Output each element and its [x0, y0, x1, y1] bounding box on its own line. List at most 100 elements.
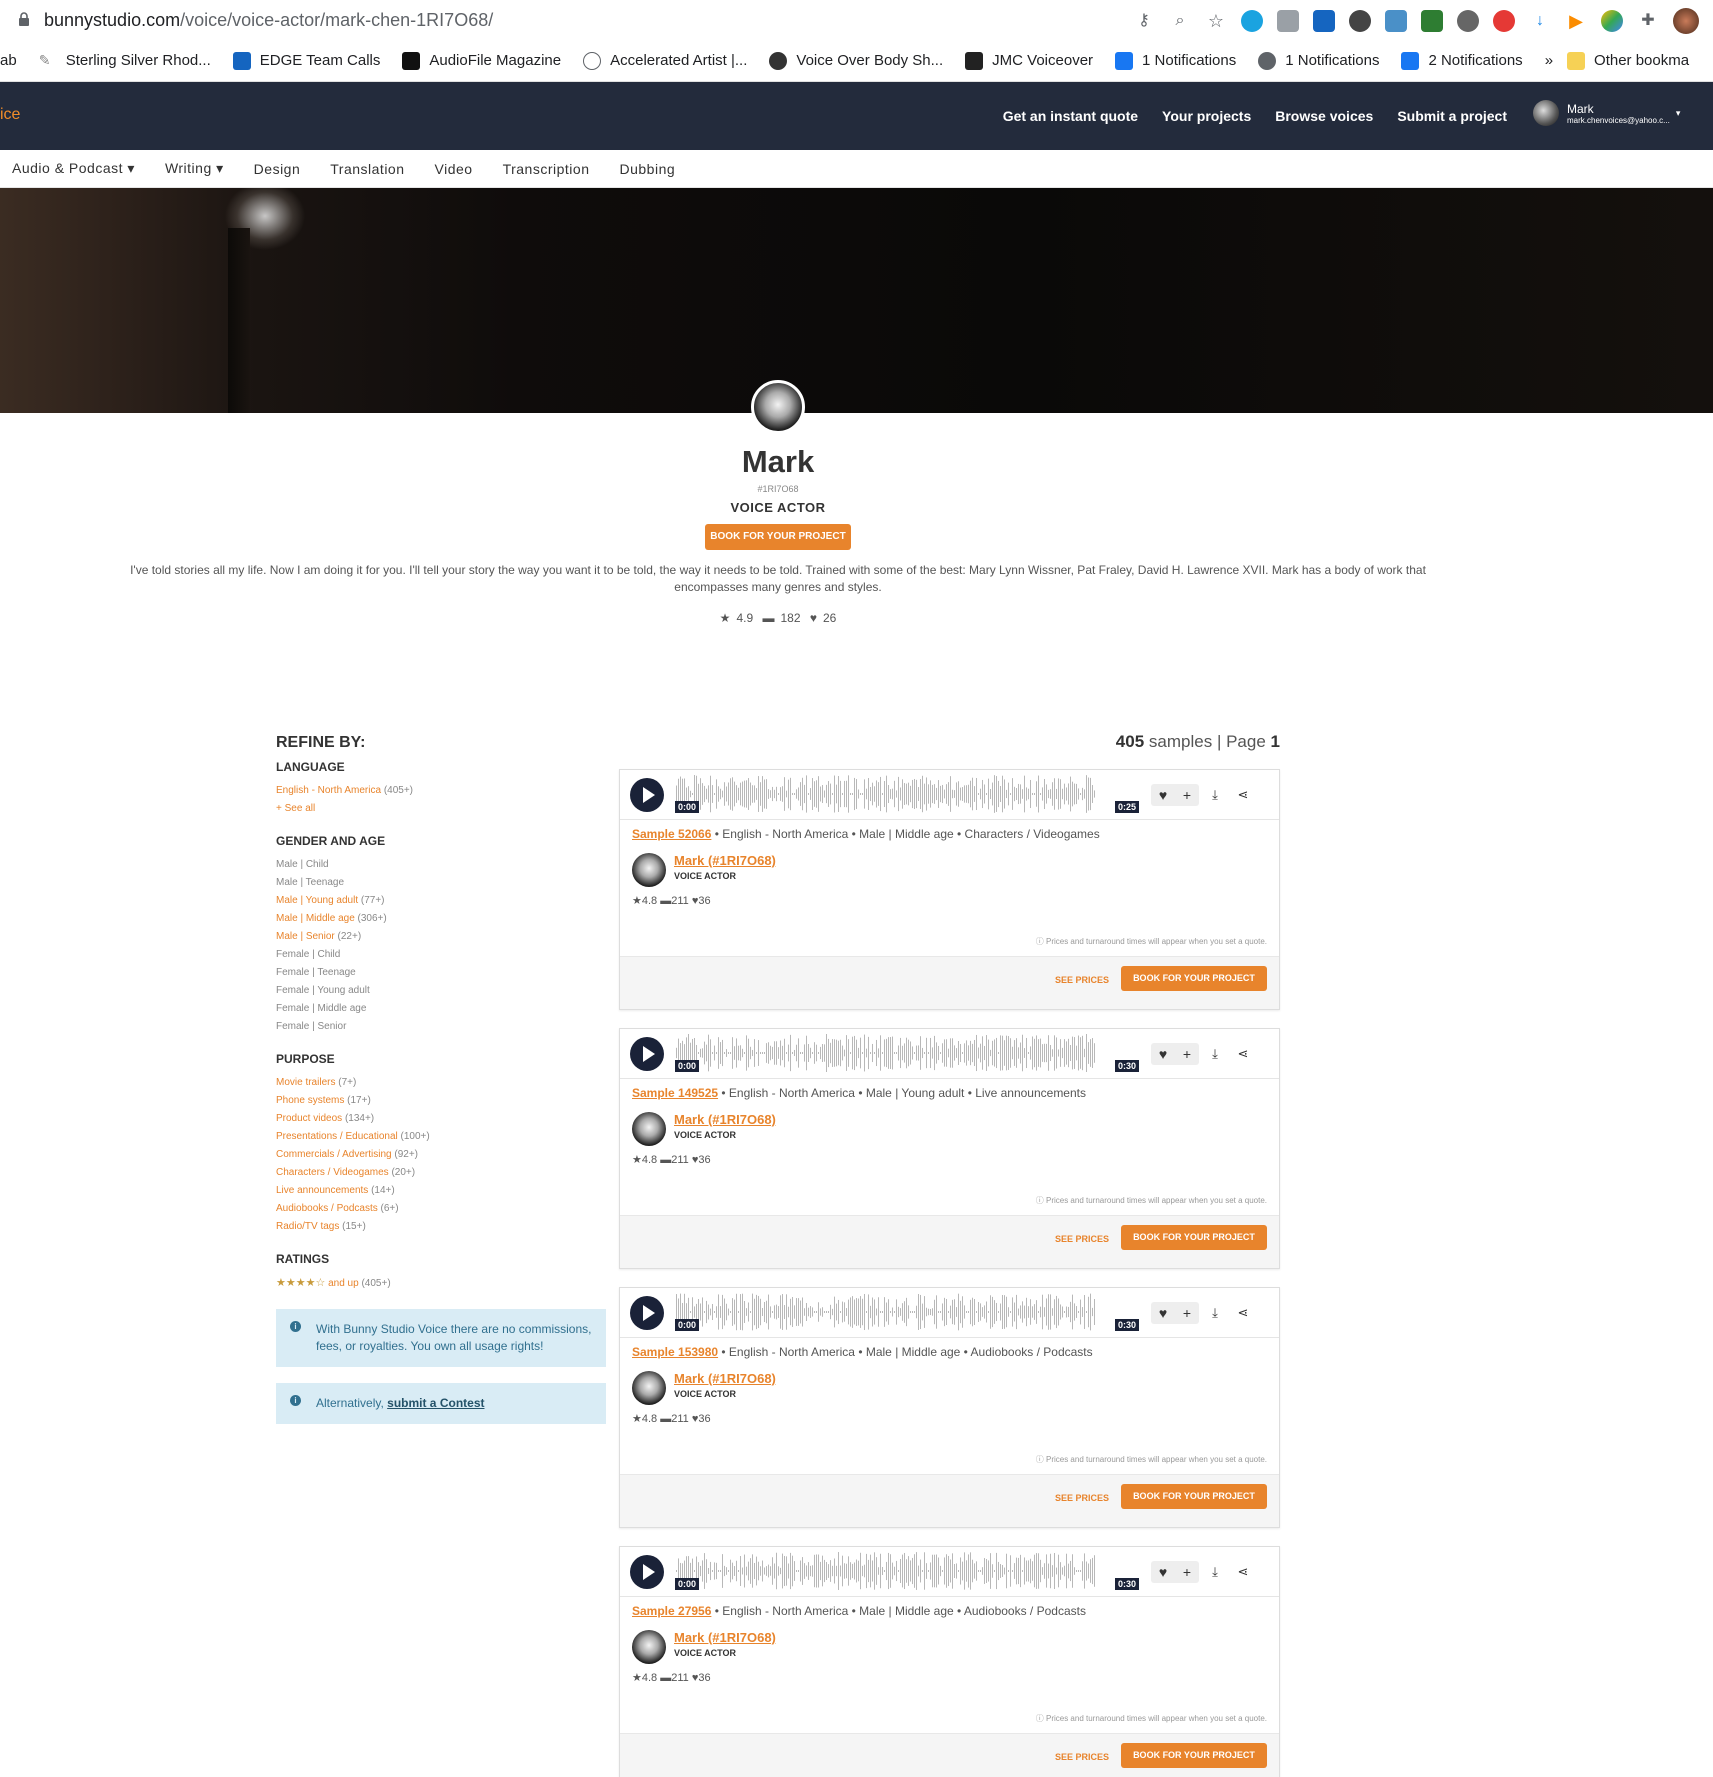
share-icon[interactable]: ⋖ [1231, 1043, 1255, 1065]
download-icon[interactable]: ⤓ [1203, 784, 1227, 806]
heart-icon[interactable]: ♥ [1151, 784, 1175, 806]
bookmark-item[interactable]: 2 Notifications [1401, 51, 1523, 70]
filter-purpose[interactable]: Live announcements (14+) [276, 1182, 606, 1200]
brand-logo[interactable]: ice [0, 106, 20, 124]
waveform[interactable] [676, 1551, 1096, 1591]
actor-name-link[interactable]: Mark (#1RI7O68) [674, 853, 776, 868]
bookmark-item[interactable]: JMC Voiceover [965, 51, 1093, 70]
bookmark-item[interactable]: ab [0, 52, 17, 69]
download-icon[interactable]: ⤓ [1203, 1561, 1227, 1583]
category-dubbing[interactable]: Dubbing [619, 161, 675, 177]
filter-gender-age[interactable]: Male | Teenage [276, 874, 606, 892]
extension-icon[interactable] [1493, 10, 1515, 32]
category-translation[interactable]: Translation [330, 161, 404, 177]
share-icon[interactable]: ⋖ [1231, 1302, 1255, 1324]
bookmark-item[interactable]: Voice Over Body Sh... [769, 51, 943, 70]
filter-gender-age[interactable]: Female | Young adult [276, 982, 606, 1000]
filter-purpose[interactable]: Commercials / Advertising (92+) [276, 1146, 606, 1164]
see-prices-button[interactable]: SEE PRICES [1055, 1493, 1109, 1503]
profile-avatar-icon[interactable] [1673, 8, 1699, 34]
filter-purpose[interactable]: Characters / Videogames (20+) [276, 1164, 606, 1182]
sample-link[interactable]: Sample 52066 [632, 827, 711, 841]
play-button[interactable] [630, 1037, 664, 1071]
category-writing[interactable]: Writing ▾ [165, 160, 224, 177]
drive-extension-icon[interactable] [1277, 10, 1299, 32]
nav-submit-project[interactable]: Submit a project [1397, 108, 1507, 124]
url-text[interactable]: bunnystudio.com/voice/voice-actor/mark-c… [44, 10, 493, 31]
category-design[interactable]: Design [254, 161, 301, 177]
play-button[interactable] [630, 778, 664, 812]
category-transcription[interactable]: Transcription [503, 161, 590, 177]
heart-icon[interactable]: ♥ [1151, 1043, 1175, 1065]
skype-extension-icon[interactable] [1241, 10, 1263, 32]
download-icon[interactable]: ⤓ [1203, 1302, 1227, 1324]
bookmark-item[interactable]: AudioFile Magazine [402, 51, 561, 70]
submit-contest-link[interactable]: submit a Contest [387, 1396, 484, 1410]
bookmark-item[interactable]: Accelerated Artist |... [583, 51, 747, 70]
sample-link[interactable]: Sample 149525 [632, 1086, 718, 1100]
bookmark-item[interactable]: 1 Notifications [1258, 51, 1379, 70]
book-for-your-project-button[interactable]: BOOK FOR YOUR PROJECT [1121, 966, 1267, 991]
filter-gender-age[interactable]: Female | Child [276, 946, 606, 964]
user-menu[interactable]: Mark mark.chenvoices@yahoo.c... ▾ [1533, 100, 1680, 126]
filter-rating[interactable]: ★★★★☆ and up (405+) [276, 1274, 606, 1293]
plus-icon[interactable]: + [1175, 1043, 1199, 1065]
bookmark-overflow-button[interactable]: » [1545, 52, 1553, 69]
download-icon[interactable]: ⤓ [1203, 1043, 1227, 1065]
waveform[interactable] [676, 774, 1096, 814]
waveform[interactable] [676, 1033, 1096, 1073]
play-extension-icon[interactable]: ▶ [1565, 10, 1587, 32]
see-all-link[interactable]: + See all [276, 800, 606, 818]
book-for-your-project-button[interactable]: BOOK FOR YOUR PROJECT [705, 524, 851, 550]
download-extension-icon[interactable] [1421, 10, 1443, 32]
nav-browse-voices[interactable]: Browse voices [1275, 108, 1373, 124]
avatar[interactable] [632, 1371, 666, 1405]
browser-url-bar[interactable]: bunnystudio.com/voice/voice-actor/mark-c… [0, 0, 1713, 40]
extension-icon[interactable] [1313, 10, 1335, 32]
arrow-down-extension-icon[interactable]: ↓ [1529, 10, 1551, 32]
play-button[interactable] [630, 1555, 664, 1589]
filter-gender-age[interactable]: Female | Teenage [276, 964, 606, 982]
avatar[interactable] [632, 853, 666, 887]
extension-icon[interactable] [1601, 10, 1623, 32]
see-prices-button[interactable]: SEE PRICES [1055, 1752, 1109, 1762]
sample-link[interactable]: Sample 153980 [632, 1345, 718, 1359]
see-prices-button[interactable]: SEE PRICES [1055, 1234, 1109, 1244]
heart-icon[interactable]: ♥ [1151, 1561, 1175, 1583]
filter-purpose[interactable]: Audiobooks / Podcasts (6+) [276, 1200, 606, 1218]
category-video[interactable]: Video [435, 161, 473, 177]
nav-your-projects[interactable]: Your projects [1162, 108, 1251, 124]
filter-gender-age[interactable]: Male | Senior (22+) [276, 928, 606, 946]
filter-gender-age[interactable]: Male | Young adult (77+) [276, 892, 606, 910]
avatar[interactable] [632, 1112, 666, 1146]
other-bookmarks[interactable]: Other bookma [1567, 51, 1689, 70]
bookmark-item[interactable]: 1 Notifications [1115, 51, 1236, 70]
star-icon[interactable]: ☆ [1205, 10, 1227, 32]
share-icon[interactable]: ⋖ [1231, 784, 1255, 806]
filter-gender-age[interactable]: Male | Child [276, 856, 606, 874]
nav-instant-quote[interactable]: Get an instant quote [1003, 108, 1138, 124]
sample-link[interactable]: Sample 27956 [632, 1604, 711, 1618]
zoom-icon[interactable]: ⌕ [1169, 10, 1191, 32]
plus-icon[interactable]: + [1175, 1561, 1199, 1583]
waveform[interactable] [676, 1292, 1096, 1332]
filter-purpose[interactable]: Presentations / Educational (100+) [276, 1128, 606, 1146]
plus-icon[interactable]: + [1175, 1302, 1199, 1324]
actor-name-link[interactable]: Mark (#1RI7O68) [674, 1630, 776, 1645]
heart-icon[interactable]: ♥ [1151, 1302, 1175, 1324]
key-icon[interactable]: ⚷ [1133, 10, 1155, 32]
filter-gender-age[interactable]: Male | Middle age (306+) [276, 910, 606, 928]
puzzle-icon[interactable]: ✚ [1637, 10, 1659, 32]
play-button[interactable] [630, 1296, 664, 1330]
book-for-your-project-button[interactable]: BOOK FOR YOUR PROJECT [1121, 1743, 1267, 1768]
filter-purpose[interactable]: Movie trailers (7+) [276, 1074, 606, 1092]
filter-purpose[interactable]: Radio/TV tags (15+) [276, 1218, 606, 1236]
plus-icon[interactable]: + [1175, 784, 1199, 806]
filter-purpose[interactable]: Phone systems (17+) [276, 1092, 606, 1110]
share-icon[interactable]: ⋖ [1231, 1561, 1255, 1583]
actor-name-link[interactable]: Mark (#1RI7O68) [674, 1371, 776, 1386]
book-for-your-project-button[interactable]: BOOK FOR YOUR PROJECT [1121, 1484, 1267, 1509]
extension-icon[interactable] [1385, 10, 1407, 32]
bookmark-item[interactable]: ✎ Sterling Silver Rhod... [39, 52, 211, 70]
book-for-your-project-button[interactable]: BOOK FOR YOUR PROJECT [1121, 1225, 1267, 1250]
